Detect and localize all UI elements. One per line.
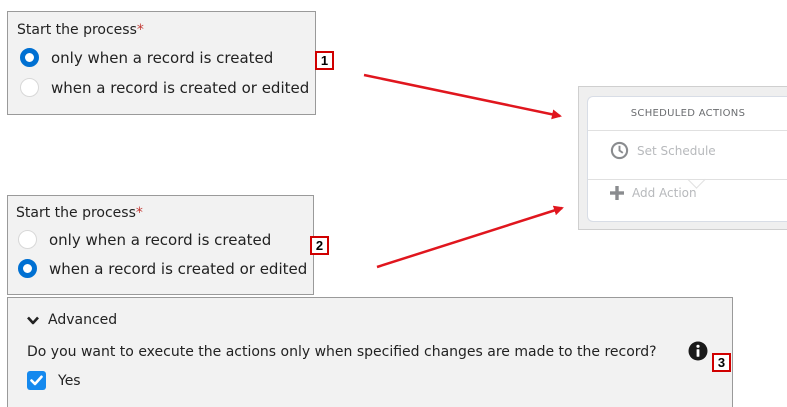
- scheduled-actions-card: SCHEDULED ACTIONS Set Schedule Add Actio…: [587, 96, 787, 222]
- required-marker: *: [136, 22, 144, 38]
- radio-label: only when a record is created: [49, 230, 272, 249]
- set-schedule-link[interactable]: Set Schedule: [588, 141, 787, 160]
- divider: [588, 179, 787, 180]
- arrow-1: [363, 73, 562, 120]
- panel-title-text: Start the process: [16, 205, 136, 221]
- yes-checkbox-row[interactable]: Yes: [27, 371, 81, 390]
- yes-label: Yes: [58, 372, 81, 389]
- advanced-label: Advanced: [48, 312, 118, 328]
- panel-title: Start the process*: [16, 205, 143, 221]
- callout-number-1: 1: [315, 51, 334, 70]
- arrow-2: [376, 205, 564, 269]
- radio-option-created[interactable]: only when a record is created: [18, 230, 271, 249]
- add-action-link[interactable]: Add Action: [588, 186, 787, 200]
- radio-option-created-or-edited[interactable]: when a record is created or edited: [20, 78, 309, 97]
- radio-label: only when a record is created: [51, 48, 274, 67]
- scheduled-actions-container: SCHEDULED ACTIONS Set Schedule Add Actio…: [578, 86, 787, 230]
- callout-number-3: 3: [712, 353, 731, 372]
- start-process-panel-1: Start the process* only when a record is…: [7, 11, 316, 115]
- check-icon: [30, 375, 43, 386]
- panel-title: Start the process*: [17, 22, 144, 38]
- radio-button-selected[interactable]: [18, 259, 37, 278]
- radio-button[interactable]: [20, 78, 39, 97]
- chevron-down-icon: [27, 316, 39, 324]
- canvas: Start the process* only when a record is…: [0, 0, 787, 407]
- yes-checkbox[interactable]: [27, 371, 46, 390]
- panel-title-text: Start the process: [17, 22, 137, 38]
- add-action-label: Add Action: [632, 186, 697, 200]
- advanced-toggle[interactable]: Advanced: [27, 312, 117, 328]
- info-icon[interactable]: [688, 341, 708, 361]
- advanced-question: Do you want to execute the actions only …: [27, 344, 657, 360]
- radio-label: when a record is created or edited: [49, 259, 308, 278]
- radio-option-created[interactable]: only when a record is created: [20, 48, 273, 67]
- advanced-panel: Advanced Do you want to execute the acti…: [7, 297, 733, 407]
- clock-icon: [610, 141, 629, 160]
- plus-icon: [610, 186, 624, 200]
- radio-button-selected[interactable]: [20, 48, 39, 67]
- required-marker: *: [135, 205, 143, 221]
- scheduled-actions-header: SCHEDULED ACTIONS: [588, 97, 787, 131]
- radio-label: when a record is created or edited: [51, 78, 310, 97]
- radio-button[interactable]: [18, 230, 37, 249]
- start-process-panel-2: Start the process* only when a record is…: [7, 195, 314, 295]
- set-schedule-label: Set Schedule: [637, 143, 716, 158]
- callout-number-2: 2: [310, 236, 329, 255]
- radio-option-created-or-edited[interactable]: when a record is created or edited: [18, 259, 307, 278]
